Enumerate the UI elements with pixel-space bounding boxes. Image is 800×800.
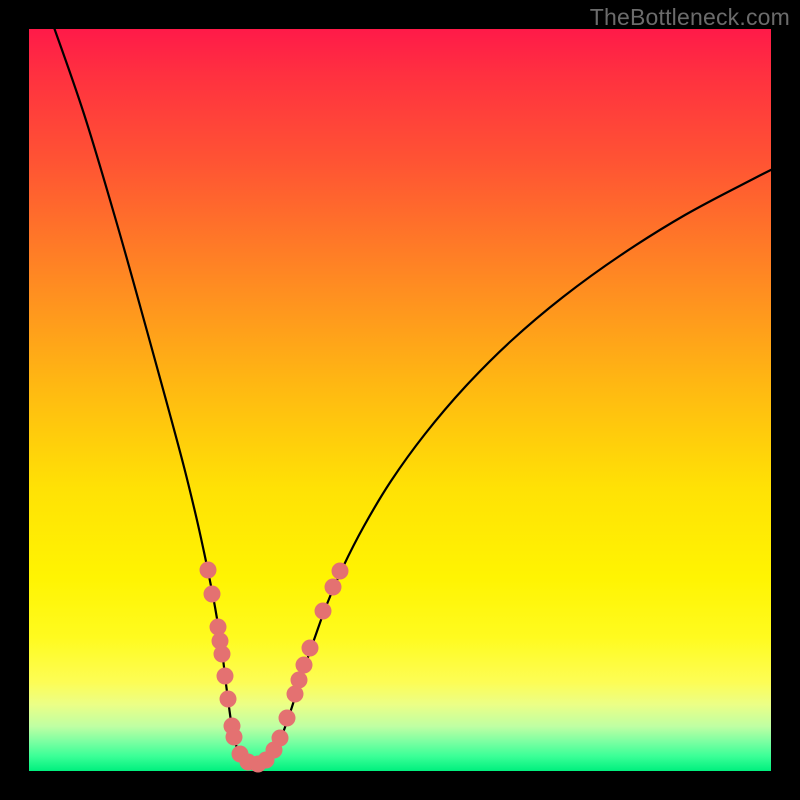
marker-dot bbox=[279, 710, 296, 727]
watermark-text: TheBottleneck.com bbox=[590, 4, 790, 31]
marker-dot bbox=[332, 563, 349, 580]
marker-dot bbox=[272, 730, 289, 747]
marker-dot bbox=[291, 672, 308, 689]
marker-dot bbox=[226, 729, 243, 746]
marker-dot bbox=[220, 691, 237, 708]
marker-dot bbox=[315, 603, 332, 620]
v-curve bbox=[51, 19, 789, 766]
scatter-markers bbox=[200, 562, 349, 773]
chart-area bbox=[29, 29, 771, 771]
marker-dot bbox=[325, 579, 342, 596]
marker-dot bbox=[302, 640, 319, 657]
marker-dot bbox=[200, 562, 217, 579]
marker-dot bbox=[296, 657, 313, 674]
marker-dot bbox=[217, 668, 234, 685]
marker-dot bbox=[214, 646, 231, 663]
chart-svg bbox=[29, 29, 771, 771]
marker-dot bbox=[204, 586, 221, 603]
